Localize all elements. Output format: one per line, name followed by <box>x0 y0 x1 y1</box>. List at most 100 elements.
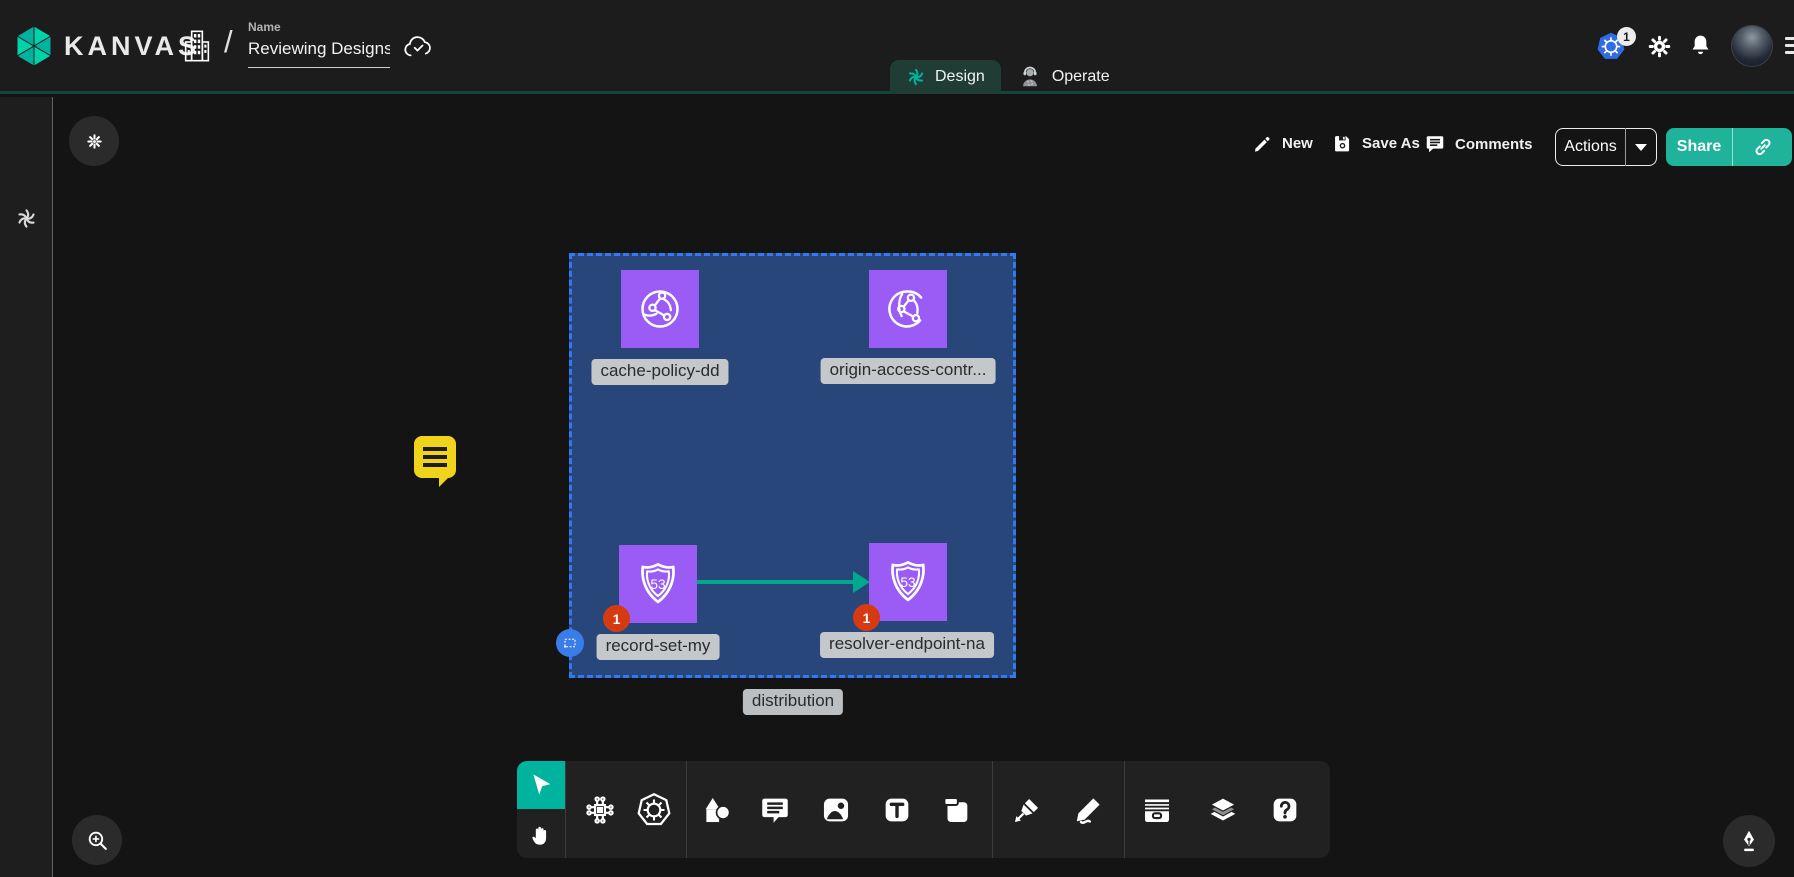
cloudfront-globe-icon <box>883 284 933 334</box>
actions-label: Actions <box>1556 138 1625 156</box>
tab-operate[interactable]: Operate <box>1001 60 1126 94</box>
left-sidebar <box>0 97 53 877</box>
asterisk-flower-icon <box>85 132 104 151</box>
help-tool-button[interactable] <box>1262 787 1308 833</box>
layers-icon <box>1205 792 1241 828</box>
text-tool-button[interactable] <box>874 787 920 833</box>
design-name-input[interactable] <box>248 39 390 68</box>
canvas-comment-marker[interactable] <box>414 436 456 478</box>
node-label-record-set[interactable]: record-set-my <box>597 634 720 660</box>
edge-pen-tool-button[interactable] <box>1004 787 1050 833</box>
zoom-in-button[interactable] <box>72 815 122 865</box>
node-label-resolver-endpoint[interactable]: resolver-endpoint-na <box>820 632 994 658</box>
operate-person-headset-icon <box>1017 64 1043 90</box>
route53-shield-icon: 53 <box>633 559 683 609</box>
svg-text:53: 53 <box>650 577 666 592</box>
shapes-icon <box>700 793 734 827</box>
brand-name: KANVAS <box>64 31 200 62</box>
tab-operate-label: Operate <box>1052 68 1110 86</box>
image-tool-button[interactable] <box>813 787 859 833</box>
selection-corner-handle[interactable] <box>556 629 584 657</box>
dashed-square-icon <box>560 633 580 653</box>
tab-design-label: Design <box>935 68 985 86</box>
image-icon <box>819 793 853 827</box>
save-as-button[interactable]: Save As <box>1332 133 1420 154</box>
canvas-menu-button[interactable] <box>69 116 119 166</box>
note-tool-button[interactable] <box>933 787 979 833</box>
layers-tool-button[interactable] <box>1200 787 1246 833</box>
freehand-pen-tool-button[interactable] <box>1065 787 1111 833</box>
save-status-cloud-icon <box>402 32 434 65</box>
organization-icon[interactable] <box>181 27 213 70</box>
tools-dock <box>517 761 1330 858</box>
save-as-label: Save As <box>1362 135 1420 152</box>
top-header: KANVAS / Name <box>0 0 1794 94</box>
kubernetes-tool-button[interactable] <box>631 787 677 833</box>
component-chip-icon <box>583 793 617 827</box>
node-origin-access[interactable] <box>869 270 947 348</box>
name-field-label: Name <box>248 20 390 34</box>
mode-tabs: Design Operate <box>890 60 1126 94</box>
meshery-swirl-icon <box>15 207 38 235</box>
select-tool-button[interactable] <box>517 761 565 809</box>
text-icon <box>880 793 914 827</box>
node-label-origin-access[interactable]: origin-access-contr... <box>821 358 996 384</box>
kubernetes-wheel-icon <box>636 792 672 828</box>
kanvas-app: KANVAS / Name <box>0 0 1794 877</box>
svg-text:53: 53 <box>900 575 916 590</box>
dock-divider <box>992 761 993 858</box>
kubernetes-context-count-badge[interactable]: 1 <box>1617 27 1636 46</box>
breadcrumb-separator: / <box>224 24 233 60</box>
kanvas-logo[interactable]: KANVAS <box>14 24 200 68</box>
node-badge-record-set[interactable]: 1 <box>603 605 630 632</box>
edge-record-to-resolver[interactable] <box>697 580 855 584</box>
kanvas-hexagon-icon <box>14 24 54 68</box>
node-record-set[interactable]: 53 <box>619 545 697 623</box>
comments-label: Comments <box>1455 136 1533 153</box>
drawer-archive-icon <box>1139 792 1175 828</box>
sticky-note-icon <box>939 793 973 827</box>
share-label: Share <box>1666 138 1732 156</box>
copy-link-button[interactable] <box>1733 135 1792 159</box>
shapes-tool-button[interactable] <box>694 787 740 833</box>
comment-tool-button[interactable] <box>752 787 798 833</box>
pan-tool-button[interactable] <box>519 815 563 855</box>
floppy-save-icon <box>1332 133 1353 154</box>
magnifier-plus-icon <box>85 828 110 853</box>
dock-divider <box>1124 761 1125 858</box>
tab-design[interactable]: Design <box>890 60 1001 94</box>
comment-bubble-icon <box>758 793 792 827</box>
cloudfront-globe-icon <box>635 284 685 334</box>
dock-divider <box>686 761 687 858</box>
design-name-field-group: Name <box>248 20 390 68</box>
actions-dropdown-button[interactable]: Actions <box>1555 128 1657 166</box>
pencil-squiggle-icon <box>1071 793 1105 827</box>
notifications-bell-icon[interactable] <box>1687 32 1714 64</box>
settings-gear-icon[interactable] <box>1646 33 1673 65</box>
new-label: New <box>1282 135 1313 152</box>
node-cache-policy[interactable] <box>621 270 699 348</box>
drawer-tool-button[interactable] <box>1134 787 1180 833</box>
node-label-cache-policy[interactable]: cache-policy-dd <box>591 359 728 385</box>
link-icon <box>1751 135 1775 159</box>
edge-arrowhead <box>853 571 870 593</box>
comments-button[interactable]: Comments <box>1424 133 1533 155</box>
chevron-down-icon[interactable] <box>1635 144 1647 151</box>
new-button[interactable]: New <box>1252 133 1313 154</box>
cursor-arrow-icon <box>527 771 555 799</box>
share-button[interactable]: Share <box>1666 128 1792 166</box>
actions-divider <box>1625 128 1626 166</box>
hand-icon <box>528 822 554 848</box>
dock-divider <box>565 761 566 858</box>
overflow-menu-icon[interactable] <box>1785 37 1794 54</box>
group-label-distribution[interactable]: distribution <box>743 689 843 715</box>
user-avatar[interactable] <box>1731 25 1773 67</box>
comments-icon <box>1424 133 1446 155</box>
node-resolver-endpoint[interactable]: 53 <box>869 543 947 621</box>
design-pen-button[interactable] <box>1723 815 1775 867</box>
component-tool-button[interactable] <box>577 787 623 833</box>
pen-arrow-icon <box>1010 793 1044 827</box>
node-badge-resolver-endpoint[interactable]: 1 <box>853 604 880 631</box>
pencil-icon <box>1252 133 1273 154</box>
pen-nib-icon <box>1736 828 1762 854</box>
